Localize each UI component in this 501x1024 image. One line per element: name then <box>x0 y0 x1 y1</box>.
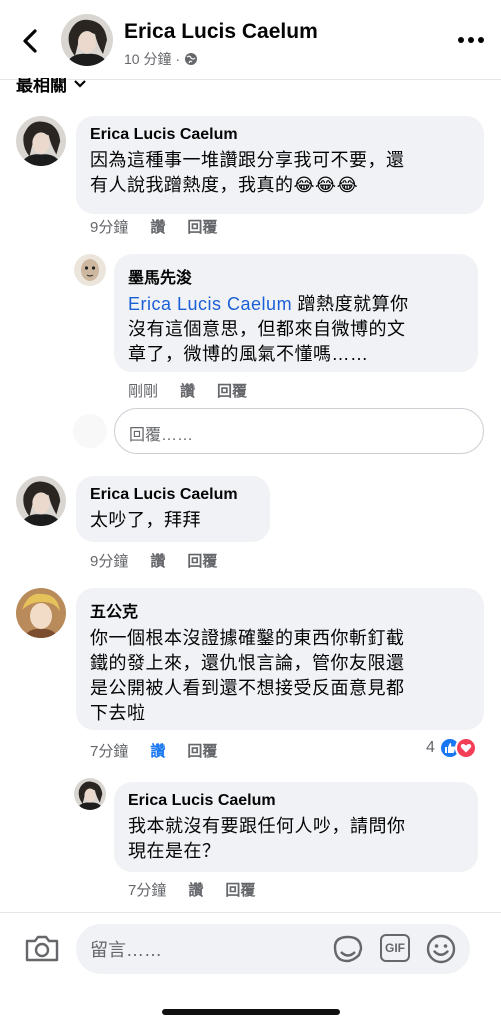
commenter-name[interactable]: Erica Lucis Caelum <box>90 486 256 504</box>
comment-actions: 9分鐘 讚 回覆 <box>90 550 217 571</box>
like-button[interactable]: 讚 <box>150 550 165 571</box>
heart-icon <box>454 737 477 759</box>
avatar[interactable] <box>16 476 66 526</box>
mention-link[interactable]: Erica Lucis Caelum <box>128 294 292 314</box>
avatar[interactable] <box>74 254 106 286</box>
sort-label: 最相關 <box>16 78 67 95</box>
comment-bubble: Erica Lucis Caelum 我本就沒有要跟任何人吵，請問你 現在是在？ <box>114 782 478 872</box>
comment-bubble: 五公克 你一個根本沒證據確鑿的東西你斬釘截 鐵的發上來，還仇恨言論，管你友限還 … <box>76 588 484 730</box>
comment-text: 你一個根本沒證據確鑿的東西你斬釘截 鐵的發上來，還仇恨言論，管你友限還 是公開被… <box>90 628 405 723</box>
globe-icon <box>185 53 198 65</box>
reply-button[interactable]: 回覆 <box>187 216 217 237</box>
reply-button[interactable]: 回覆 <box>225 879 255 900</box>
reply-button[interactable]: 回覆 <box>187 550 217 571</box>
separator-dot: · <box>175 51 181 67</box>
post-meta: 10 分鐘 · <box>124 49 198 69</box>
reply-button[interactable]: 回覆 <box>217 380 247 401</box>
reaction-summary[interactable]: 4 <box>426 737 477 759</box>
reply-input[interactable]: 回覆…… <box>114 408 484 454</box>
like-button[interactable]: 讚 <box>150 216 165 237</box>
comment-text: 太吵了，拜拜 <box>90 510 201 530</box>
comment-actions: 9分鐘 讚 回覆 <box>90 216 217 237</box>
avatar[interactable] <box>16 116 66 166</box>
sticker-icon[interactable] <box>331 933 365 965</box>
comment-input-placeholder: 留言…… <box>90 940 162 960</box>
comment-text: 我本就沒有要跟任何人吵，請問你 現在是在？ <box>128 816 406 861</box>
commenter-name[interactable]: 墨馬先浚 <box>128 264 464 288</box>
chevron-down-icon <box>74 79 86 88</box>
back-arrow-icon[interactable] <box>16 26 46 56</box>
like-button[interactable]: 讚 <box>150 740 165 761</box>
camera-icon[interactable] <box>24 933 60 963</box>
comment-actions: 剛剛 讚 回覆 <box>128 380 247 401</box>
comment-actions: 7分鐘 讚 回覆 <box>128 879 255 900</box>
commenter-name[interactable]: Erica Lucis Caelum <box>90 126 470 144</box>
comment-time: 9分鐘 <box>90 553 129 570</box>
comment-composer: 留言…… GIF <box>0 912 501 1024</box>
page-title: Erica Lucis Caelum <box>124 20 318 43</box>
smiley-icon[interactable] <box>425 933 457 965</box>
reply-button[interactable]: 回覆 <box>187 740 217 761</box>
like-button[interactable]: 讚 <box>188 879 203 900</box>
post-time: 10 分鐘 <box>124 51 172 67</box>
comment-time: 剛剛 <box>128 383 159 400</box>
avatar[interactable] <box>61 14 113 66</box>
avatar[interactable] <box>16 588 66 638</box>
comment-text: Erica Lucis Caelum 蹭熱度就算你 沒有這個意思，但都來自微博的… <box>128 294 409 364</box>
comment-input[interactable]: 留言…… <box>76 924 470 974</box>
more-icon[interactable] <box>456 34 486 46</box>
avatar[interactable] <box>74 778 106 810</box>
home-indicator <box>162 1009 340 1015</box>
reaction-count: 4 <box>426 739 435 756</box>
comment-bubble: Erica Lucis Caelum 因為這種事一堆讚跟分享我可不要，還 有人說… <box>76 116 484 214</box>
sort-dropdown[interactable]: 最相關 <box>16 78 87 98</box>
comment-time: 7分鐘 <box>128 882 167 899</box>
comment-actions: 7分鐘 讚 回覆 <box>90 740 217 761</box>
comment-text: 因為這種事一堆讚跟分享我可不要，還 有人說我蹭熱度，我真的😂😂😂 <box>90 150 405 195</box>
comment-time: 9分鐘 <box>90 219 129 236</box>
gif-icon[interactable]: GIF <box>380 934 410 962</box>
laughing-emoji: 😂😂😂 <box>293 175 359 195</box>
commenter-name[interactable]: 五公克 <box>90 598 470 622</box>
user-avatar-placeholder <box>73 414 107 448</box>
comment-bubble: 墨馬先浚 Erica Lucis Caelum 蹭熱度就算你 沒有這個意思，但都… <box>114 254 478 372</box>
commenter-name[interactable]: Erica Lucis Caelum <box>128 792 464 810</box>
like-button[interactable]: 讚 <box>180 380 195 401</box>
top-bar: Erica Lucis Caelum 10 分鐘 · <box>0 0 501 80</box>
comment-bubble: Erica Lucis Caelum 太吵了，拜拜 <box>76 476 270 542</box>
comment-time: 7分鐘 <box>90 743 129 760</box>
